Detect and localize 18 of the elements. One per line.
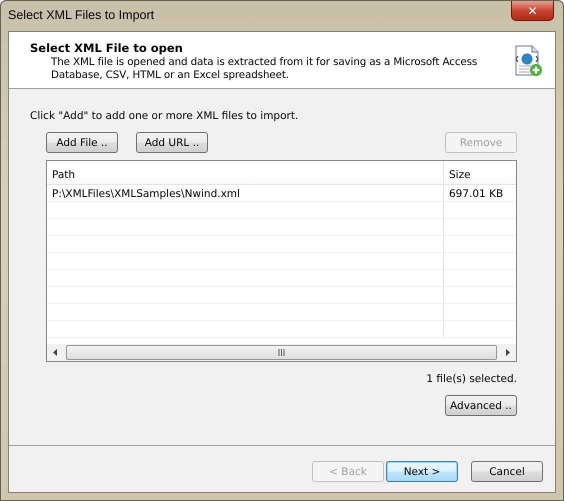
horizontal-scrollbar[interactable]: [47, 344, 516, 361]
cancel-button[interactable]: Cancel: [471, 461, 543, 482]
column-header[interactable]: Size: [444, 161, 516, 184]
header-description: The XML file is opened and data is extracted from it for saving as a Microsoft Access Database, CSV, HTML or an Excel spreadsheet.: [50, 56, 478, 82]
add-url-button[interactable]: Add URL ..: [136, 132, 208, 153]
header-title: Select XML File to open: [30, 41, 184, 55]
advanced-button[interactable]: Advanced ..: [445, 395, 517, 416]
next-button[interactable]: Next >: [386, 461, 458, 482]
table-cell: P:\XMLFiles\XMLSamples\Nwind.xml: [47, 185, 444, 201]
window-title: Select XML Files to Import: [8, 8, 154, 22]
xml-document-globe-icon: [513, 45, 543, 77]
close-button[interactable]: ✕: [511, 1, 554, 21]
instruction-text: Click "Add" to add one or more XML files to import.: [30, 110, 300, 124]
table-cell-text: 697.01 KB: [448, 187, 504, 201]
selection-count: 1 file(s) selected.: [425, 373, 517, 385]
column-header[interactable]: Path: [47, 161, 444, 184]
add-file-button[interactable]: Add File ..: [46, 132, 118, 153]
scroll-thumb[interactable]: [66, 345, 497, 360]
